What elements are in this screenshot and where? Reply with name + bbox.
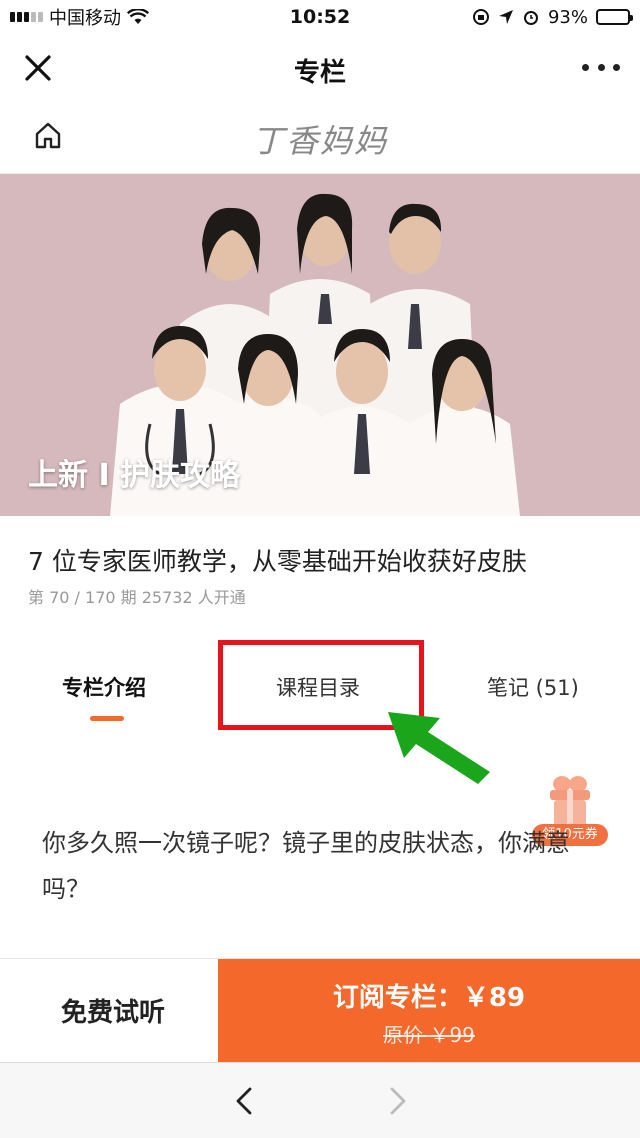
- brand-logo: 丁香妈妈: [251, 122, 388, 160]
- original-price: 原价 ￥99: [383, 1023, 475, 1047]
- active-tab-indicator: [90, 716, 124, 721]
- location-icon: [498, 10, 513, 24]
- forward-arrow-icon[interactable]: [384, 1085, 412, 1117]
- more-menu-icon[interactable]: [582, 56, 620, 78]
- hero-banner[interactable]: 上新 I 护肤攻略: [0, 174, 640, 516]
- browser-nav-bar: [0, 1062, 640, 1138]
- alarm-icon: [523, 11, 538, 25]
- page-title: 专栏: [293, 58, 346, 88]
- battery-percent: 93%: [547, 6, 588, 28]
- action-bar: 免费试听 订阅专栏：￥89 原价 ￥99: [0, 958, 640, 1062]
- status-bar: 中国移动 10:52 93%: [0, 0, 640, 34]
- free-trial-button[interactable]: 免费试听: [8, 959, 218, 1062]
- back-arrow-icon[interactable]: [230, 1085, 258, 1117]
- brand-bar: 丁香妈妈: [0, 100, 640, 174]
- course-description: 你多久照一次镜子呢？镜子里的皮肤状态，你满意吗？: [42, 829, 570, 903]
- pointer-arrow-icon: [388, 712, 490, 784]
- course-meta: 第 70 / 170 期 25732 人开通: [28, 588, 246, 607]
- nav-bar: 专栏: [0, 34, 640, 100]
- tab-notes[interactable]: 笔记 (51): [487, 672, 579, 702]
- hero-caption: 上新 I 护肤攻略: [28, 458, 241, 493]
- status-right: 93%: [472, 6, 633, 28]
- course-title: 7 位专家医师教学，从零基础开始收获好皮肤: [28, 547, 527, 576]
- battery-icon: [596, 9, 633, 25]
- subscribe-button[interactable]: 订阅专栏：￥89 原价 ￥99: [218, 959, 640, 1062]
- subscribe-label: 订阅专栏：￥89: [332, 983, 526, 1013]
- tab-column-intro[interactable]: 专栏介绍: [62, 672, 146, 702]
- orientation-lock-icon: [472, 9, 489, 25]
